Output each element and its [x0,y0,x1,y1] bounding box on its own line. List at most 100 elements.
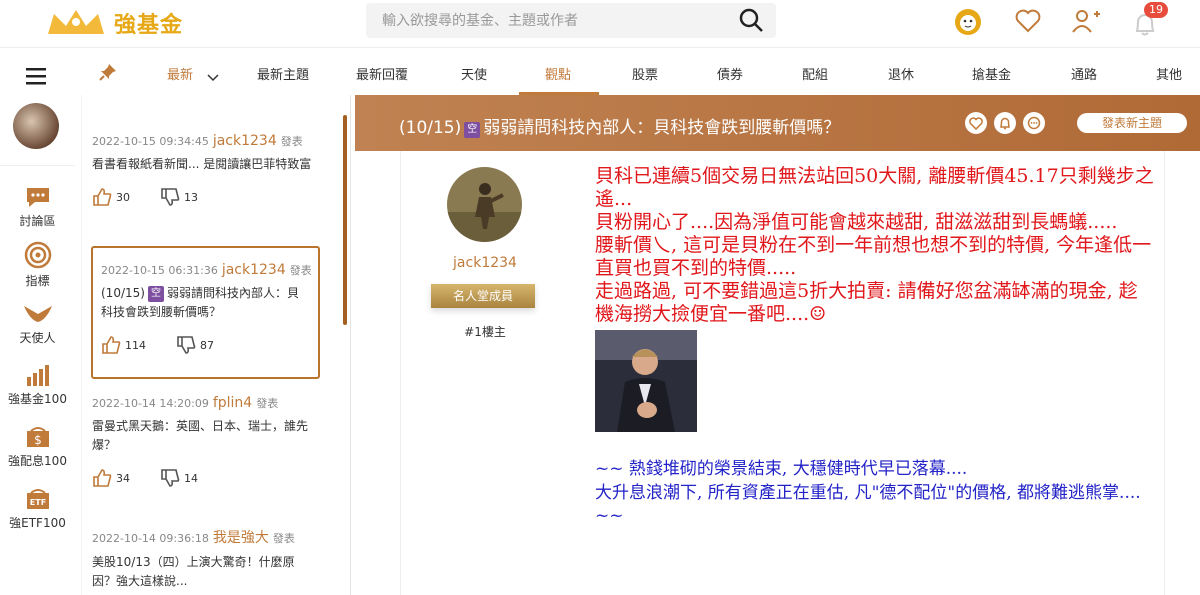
post-content: 貝科已連續5個交易日無法站回50大關, 離腰斬價45.17只剩幾步之遙... 貝… [595,165,1155,529]
scrollbar[interactable] [343,115,347,325]
tab-stocks[interactable]: 股票 [632,64,658,83]
clapping-gif-image [595,330,697,432]
title-text: 弱弱請問科技內部人：貝科技會跌到腰斬價嗎？ [483,118,841,138]
post-excerpt[interactable]: 美股10/13（四）上演大驚奇！什麼原因？強大這樣說... [92,553,318,591]
sidebar-item-label: 指標 [25,274,50,288]
chevron-down-icon[interactable] [207,67,219,86]
dislike-count: 13 [184,190,198,204]
poster-username[interactable]: jack1234 [435,255,535,271]
post-excerpt[interactable]: (10/15) 空弱弱請問科技內部人：貝科技會跌到腰斬價嗎？ [101,284,310,322]
logo[interactable]: 強基金 [44,7,183,39]
author-link[interactable]: fplin4 [213,395,252,411]
dislike-count: 14 [184,471,198,485]
sidebar: 討論區 指標 天使人 強基金100 $ 強配息100 ETF 強ETF100 [0,95,75,595]
sidebar-item-etf100[interactable]: ETF 強ETF100 [0,487,75,531]
money-icon: $ [26,427,49,447]
sidebar-item-label: 天使人 [19,331,56,345]
post-time: 2022-10-15 06:31:36 [101,264,218,277]
list-item[interactable]: 2022-10-15 09:34:45 jack1234 發表 看書看報紙看新聞..… [92,133,318,206]
author-link[interactable]: jack1234 [222,262,286,278]
post-paragraph: 走過路過, 可不要錯過這5折大拍賣: 請備好您盆滿缽滿的現金, 趁機海撈大撿便宜… [595,280,1138,325]
tab-angel[interactable]: 天使 [461,64,487,83]
post-excerpt[interactable]: 看書看報紙看新聞... 是閱讀讓巴菲特致富 [92,155,318,174]
etf-icon: ETF [26,489,49,509]
excerpt-prefix: (10/15) [101,286,145,300]
tab-other[interactable]: 其他 [1156,64,1182,83]
post-paragraph: 大升息浪潮下, 所有資產正在重估, 凡"德不配位"的價格, 都將難逃熊掌....… [595,482,1141,527]
post-action: 發表 [289,264,312,277]
title-prefix: (10/15) [399,118,462,138]
topic-header-bar: (10/15) 空弱弱請問科技內部人：貝科技會跌到腰斬價嗎？ 發表新主題 [355,95,1200,151]
top-bar: 強基金 19 [0,0,1200,48]
thumbs-down-icon [161,188,180,206]
list-item[interactable]: 2022-10-14 14:20:09 fplin4 發表 雷曼式黑天鵝：英國、日本… [92,395,318,487]
post-paragraph: 貝科已連續5個交易日無法站回50大關, 離腰斬價45.17只剩幾步之遙... [595,165,1154,210]
post-time: 2022-10-14 09:36:18 [92,532,209,545]
crown-logo-icon [48,10,104,34]
post-action: 發表 [280,135,303,148]
bar-chart-icon [26,365,49,386]
tab-viewpoint[interactable]: 觀點 [545,64,571,83]
comment-icon[interactable] [1023,112,1045,134]
poster-avatar[interactable] [447,167,522,242]
heart-icon[interactable] [1015,9,1041,37]
divider [0,165,75,166]
tab-retirement[interactable]: 退休 [888,64,914,83]
tab-latest-topics[interactable]: 最新主題 [257,64,309,83]
dislike-button[interactable]: 13 [160,188,198,206]
sidebar-item-forum[interactable]: 討論區 [0,185,75,229]
wings-icon [23,306,52,322]
like-button[interactable]: 114 [101,336,146,354]
list-item-selected[interactable]: 2022-10-15 06:31:36 jack1234 發表 (10/15) 空弱弱… [91,246,320,379]
search-input[interactable] [366,3,726,38]
target-icon [24,241,51,269]
post-paragraph: 腰斬價乀, 這可是貝粉在不到一年前想也想不到的特價, 今年逢低一直買也買不到的特… [595,234,1152,279]
post-time: 2022-10-15 09:34:45 [92,135,209,148]
topic-title: (10/15) 空弱弱請問科技內部人：貝科技會跌到腰斬價嗎？ [399,113,840,138]
tab-channels[interactable]: 通路 [1071,64,1097,83]
tab-grab-fund[interactable]: 搶基金 [972,64,1011,83]
thumbs-up-icon [93,469,112,487]
tab-portfolio[interactable]: 配組 [802,64,828,83]
logo-text: 強基金 [114,12,184,38]
dislike-count: 87 [200,338,214,352]
like-button[interactable]: 34 [92,469,130,487]
sidebar-item-angels[interactable]: 天使人 [0,302,75,346]
search-icon[interactable] [738,7,764,37]
bell-icon[interactable] [994,112,1016,134]
list-item[interactable]: 2022-10-14 09:36:18 我是強大 發表 美股10/13（四）上演大驚… [92,527,318,591]
chat-bubble-icon [26,188,49,207]
search-box [366,3,776,38]
menu-icon[interactable] [26,68,46,90]
dislike-button[interactable]: 87 [176,336,214,354]
like-button[interactable]: 30 [92,188,130,206]
like-count: 30 [116,190,130,204]
tab-bonds[interactable]: 債券 [717,64,743,83]
short-badge: 空 [464,122,481,138]
topic-view: (10/15) 空弱弱請問科技內部人：貝科技會跌到腰斬價嗎？ 發表新主題 jack… [355,95,1200,595]
author-link[interactable]: jack1234 [213,133,277,149]
favorite-icon[interactable] [965,112,987,134]
user-avatar[interactable] [13,103,59,149]
sidebar-item-indicators[interactable]: 指標 [0,241,75,289]
sidebar-item-label: 強基金100 [8,392,67,406]
sidebar-item-fund100[interactable]: 強基金100 [0,363,75,407]
tab-latest[interactable]: 最新 [167,64,193,83]
lion-avatar-icon[interactable] [953,7,983,41]
like-count: 114 [125,338,146,352]
post-paragraph: 貝粉開心了....因為淨值可能會越來越甜, 甜滋滋甜到長螞蟻..... [595,211,1118,233]
add-user-icon[interactable] [1071,8,1101,38]
tab-latest-replies[interactable]: 最新回覆 [356,64,408,83]
pin-icon[interactable] [99,63,117,85]
thumbs-up-icon [102,336,121,354]
thumbs-down-icon [177,336,196,354]
post-paragraph: ~~ 熱錢堆砌的榮景結束, 大穩健時代早已落幕.... [595,459,968,479]
author-link[interactable]: 我是強大 [213,530,269,546]
sidebar-item-label: 強ETF100 [9,516,66,530]
post-excerpt[interactable]: 雷曼式黑天鵝：英國、日本、瑞士，誰先爆？ [92,417,318,455]
new-topic-button[interactable]: 發表新主題 [1077,113,1187,133]
sidebar-item-dividend100[interactable]: $ 強配息100 [0,425,75,469]
floor-label: #1樓主 [464,325,506,339]
notification-badge: 19 [1144,2,1168,18]
dislike-button[interactable]: 14 [160,469,198,487]
